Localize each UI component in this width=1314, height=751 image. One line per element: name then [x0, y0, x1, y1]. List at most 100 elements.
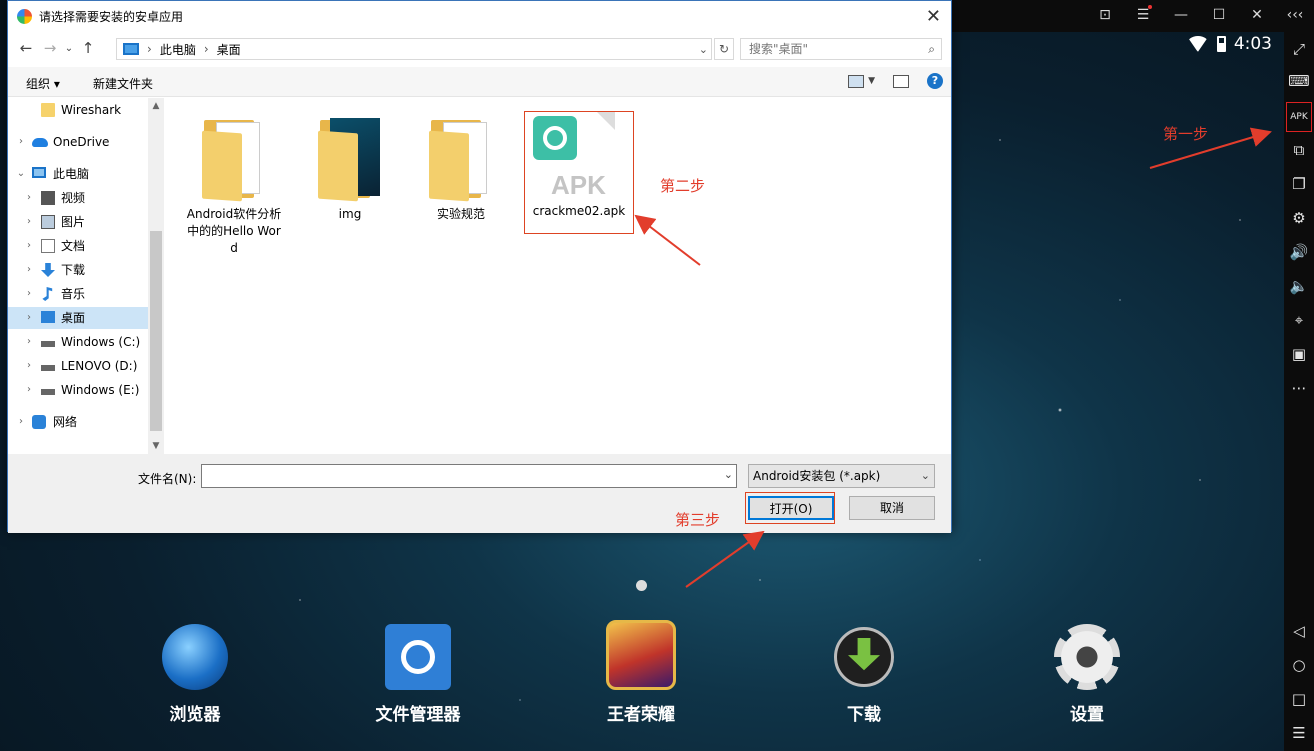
maximize-icon[interactable]: ☐	[1210, 7, 1228, 23]
file-item-android-folder[interactable]: Android软件分析中的的Hello Word	[186, 116, 282, 257]
folder-icon	[41, 103, 55, 117]
expand-chevron-icon[interactable]: ›	[23, 331, 35, 353]
expand-chevron-icon[interactable]: ›	[23, 379, 35, 401]
cancel-button[interactable]: 取消	[849, 496, 935, 520]
filename-label: 文件名(N):	[138, 472, 197, 486]
game-icon	[606, 620, 676, 690]
tree-item-drive-d[interactable]: › LENOVO (D:)	[8, 355, 148, 377]
filetype-select[interactable]: Android安装包 (*.apk) ⌄	[748, 464, 935, 488]
app-browser[interactable]: 浏览器	[130, 624, 260, 725]
fullscreen-icon[interactable]: ⤢	[1288, 38, 1310, 60]
back-icon[interactable]: ◁	[1288, 620, 1310, 642]
expand-chevron-icon[interactable]: ›	[23, 307, 35, 329]
folder-share-icon[interactable]: ▣	[1288, 343, 1310, 365]
file-item-crackme-apk[interactable]: APK crackme02.apk	[524, 111, 634, 234]
tree-item-label: Windows (E:)	[61, 383, 140, 397]
up-arrow-icon[interactable]: ↑	[76, 39, 100, 57]
tree-item-desktop[interactable]: › 桌面	[8, 307, 148, 329]
file-item-spec-folder[interactable]: 实验规范	[411, 116, 511, 223]
screen-record-icon[interactable]: ⊡	[1096, 7, 1114, 23]
scrollbar-thumb[interactable]	[150, 231, 162, 431]
breadcrumb-this-pc[interactable]: 此电脑	[160, 41, 196, 58]
volume-up-icon[interactable]: 🔊	[1288, 241, 1310, 263]
app-label: 设置	[1070, 705, 1104, 725]
back-arrow-icon[interactable]: ←	[14, 39, 38, 57]
tree-scrollbar[interactable]: ▲ ▼	[148, 98, 164, 454]
preview-pane-icon[interactable]	[893, 74, 909, 88]
help-icon[interactable]: ?	[927, 73, 943, 89]
filename-input[interactable]: ⌄	[201, 464, 737, 488]
more-icon[interactable]: ⋯	[1288, 377, 1310, 399]
file-item-img-folder[interactable]: img	[300, 116, 400, 223]
chevron-down-icon: ⌄	[920, 469, 930, 482]
menu-icon[interactable]: ☰	[1134, 5, 1152, 23]
pc-icon	[32, 167, 46, 178]
chevron-down-icon[interactable]: ⌄	[724, 468, 733, 481]
tree-item-pictures[interactable]: › 图片	[8, 211, 148, 233]
tree-item-music[interactable]: › 音乐	[8, 283, 148, 305]
tree-item-label: 此电脑	[53, 167, 90, 181]
tree-item-this-pc[interactable]: ⌄ 此电脑	[8, 163, 148, 185]
dialog-titlebar: 请选择需要安装的安卓应用 ✕	[8, 1, 951, 32]
step1-annotation: 第一步	[1163, 125, 1209, 143]
close-icon[interactable]: ✕	[1248, 7, 1266, 23]
expand-chevron-icon[interactable]: ›	[23, 259, 35, 281]
file-name: Android软件分析中的的Hello Word	[186, 207, 282, 255]
collapse-sidebar-icon[interactable]: ‹‹‹	[1286, 7, 1304, 23]
step3-annotation: 第三步	[675, 511, 721, 529]
recent-dropdown-icon[interactable]: ⌄	[62, 43, 76, 54]
expand-chevron-icon[interactable]: ›	[23, 187, 35, 209]
forward-arrow-icon[interactable]: →	[38, 39, 62, 57]
app-label: 文件管理器	[375, 705, 461, 725]
minimize-icon[interactable]: —	[1172, 7, 1190, 23]
refresh-icon[interactable]: ↻	[714, 38, 734, 60]
scroll-up-icon[interactable]: ▲	[148, 101, 164, 111]
location-icon[interactable]: ⌖	[1288, 309, 1310, 331]
list-menu-icon[interactable]: ☰	[1288, 722, 1310, 744]
dialog-close-icon[interactable]: ✕	[926, 6, 941, 27]
expand-chevron-icon[interactable]: ›	[23, 355, 35, 377]
open-button[interactable]: 打开(O)	[748, 496, 834, 520]
tree-item-wireshark[interactable]: Wireshark	[8, 99, 148, 121]
expand-chevron-icon[interactable]: ›	[15, 131, 27, 153]
tree-item-drive-c[interactable]: › Windows (C:)	[8, 331, 148, 353]
address-bar[interactable]: › 此电脑 › 桌面 ⌄	[116, 38, 712, 60]
app-file-manager[interactable]: 文件管理器	[353, 624, 483, 725]
new-folder-button[interactable]: 新建文件夹	[93, 75, 153, 92]
install-apk-button[interactable]: APK	[1286, 102, 1312, 132]
expand-chevron-icon[interactable]: ›	[15, 411, 27, 433]
tree-item-drive-e[interactable]: › Windows (E:)	[8, 379, 148, 401]
drive-icon	[41, 365, 55, 371]
scroll-down-icon[interactable]: ▼	[148, 441, 164, 451]
search-icon[interactable]: ⌕	[928, 39, 935, 59]
android-status-bar: 4:03	[1186, 34, 1272, 54]
keyboard-icon[interactable]: ⌨	[1288, 70, 1310, 92]
chevron-down-icon[interactable]: ⌄	[699, 43, 708, 56]
expand-chevron-icon[interactable]: ›	[23, 283, 35, 305]
tree-item-onedrive[interactable]: › OneDrive	[8, 131, 148, 153]
drive-icon	[41, 341, 55, 347]
apk-badge: APK	[551, 170, 606, 200]
home-icon[interactable]: ○	[1288, 654, 1310, 676]
breadcrumb-desktop[interactable]: 桌面	[217, 41, 241, 58]
app-honor-of-kings[interactable]: 王者荣耀	[576, 620, 706, 725]
filetype-value: Android安装包 (*.apk)	[753, 469, 881, 483]
app-settings[interactable]: 设置	[1022, 624, 1152, 725]
multi-window-icon[interactable]: ❐	[1288, 173, 1310, 195]
organize-menu[interactable]: 组织 ▾	[26, 75, 60, 92]
screenshot-icon[interactable]: ⧉	[1288, 139, 1310, 161]
tree-item-documents[interactable]: › 文档	[8, 235, 148, 257]
tree-item-downloads[interactable]: › 下载	[8, 259, 148, 281]
chevron-down-icon[interactable]: ▼	[868, 76, 875, 86]
app-download[interactable]: 下载	[799, 624, 929, 725]
settings-gear-icon[interactable]: ⚙	[1288, 207, 1310, 229]
expand-chevron-icon[interactable]: ›	[23, 235, 35, 257]
tree-item-videos[interactable]: › 视频	[8, 187, 148, 209]
collapse-chevron-icon[interactable]: ⌄	[15, 163, 27, 185]
view-options-icon[interactable]	[848, 74, 865, 88]
search-input[interactable]: 搜索"桌面" ⌕	[740, 38, 942, 60]
tree-item-network[interactable]: › 网络	[8, 411, 148, 433]
recents-icon[interactable]: □	[1288, 688, 1310, 710]
expand-chevron-icon[interactable]: ›	[23, 211, 35, 233]
volume-down-icon[interactable]: 🔈	[1288, 275, 1310, 297]
